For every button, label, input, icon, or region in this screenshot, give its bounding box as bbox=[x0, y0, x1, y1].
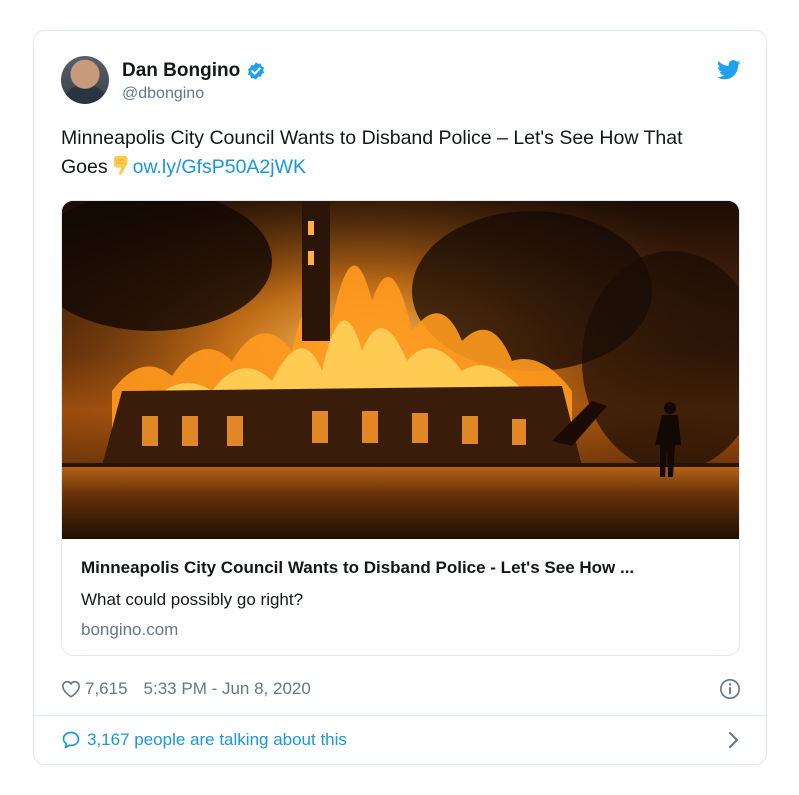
verified-badge-icon bbox=[248, 62, 265, 80]
tweet-link[interactable]: ow.ly/GfsP50A2jWK bbox=[133, 156, 306, 178]
link-preview-domain: bongino.com bbox=[81, 620, 179, 639]
link-preview-image[interactable] bbox=[62, 201, 739, 539]
heart-icon[interactable] bbox=[61, 680, 81, 698]
link-preview-description: What could possibly go right? bbox=[81, 590, 304, 609]
conversation-label[interactable]: 3,167 people are talking about this bbox=[87, 730, 347, 750]
tweet-meta-row: 7,615 5:33 PM - Jun 8, 2020 bbox=[61, 676, 741, 702]
speech-bubble-icon bbox=[62, 731, 80, 749]
tweet-text: Minneapolis City Council Wants to Disban… bbox=[61, 124, 731, 182]
info-icon[interactable] bbox=[719, 678, 741, 700]
pointing-down-emoji-icon bbox=[113, 156, 128, 175]
avatar[interactable] bbox=[61, 56, 109, 104]
tweet-header: Dan Bongino @dbongino bbox=[61, 56, 741, 108]
twitter-bird-icon[interactable] bbox=[717, 60, 741, 80]
tweet-timestamp[interactable]: 5:33 PM - Jun 8, 2020 bbox=[144, 679, 311, 699]
link-preview-card[interactable]: Minneapolis City Council Wants to Disban… bbox=[61, 200, 740, 656]
author-names: Dan Bongino @dbongino bbox=[122, 59, 266, 103]
tweet-embed-card: Dan Bongino @dbongino Minneapolis City C… bbox=[33, 30, 767, 765]
author-handle[interactable]: @dbongino bbox=[122, 85, 266, 103]
burning-building-photo bbox=[62, 201, 739, 539]
like-count[interactable]: 7,615 bbox=[85, 679, 128, 699]
chevron-right-icon[interactable] bbox=[727, 731, 739, 749]
link-preview-title[interactable]: Minneapolis City Council Wants to Disban… bbox=[81, 558, 720, 580]
divider bbox=[34, 715, 766, 716]
link-preview-body: Minneapolis City Council Wants to Disban… bbox=[81, 558, 720, 640]
display-name[interactable]: Dan Bongino bbox=[122, 60, 240, 82]
display-name-row: Dan Bongino bbox=[122, 59, 266, 83]
conversation-link[interactable]: 3,167 people are talking about this bbox=[61, 727, 741, 753]
